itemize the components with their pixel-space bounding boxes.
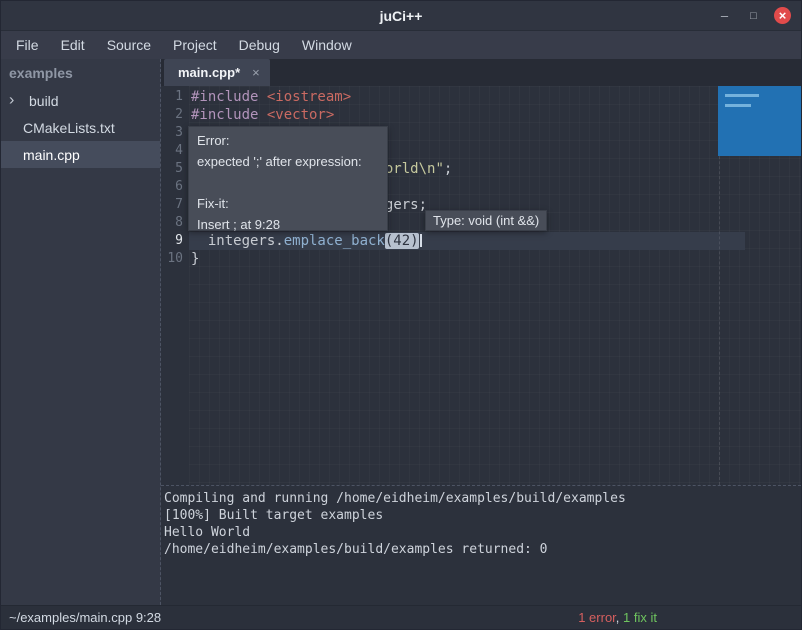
line-number: 3 <box>161 124 189 142</box>
window-body: examples › build CMakeLists.txt main.cpp ma… <box>1 59 801 605</box>
diagnostic-tooltip: Error: expected ';' after expression: Fi… <box>188 126 388 231</box>
tab-label: main.cpp* <box>178 65 240 80</box>
terminal-line: /home/eidheim/examples/build/examples re… <box>164 541 801 558</box>
tree-item-main-cpp[interactable]: main.cpp <box>1 141 160 168</box>
tree-item-label: main.cpp <box>23 147 80 163</box>
editor[interactable]: 12345678910 #include <iostream>#include … <box>161 86 801 486</box>
tree-item-label: CMakeLists.txt <box>23 120 115 136</box>
menu-file[interactable]: File <box>5 31 50 59</box>
tree-item-cmakelists-txt[interactable]: CMakeLists.txt <box>1 114 160 141</box>
chevron-right-icon: › <box>9 91 14 109</box>
minimap-line <box>725 104 751 107</box>
titlebar[interactable]: juCi++ –□ × <box>1 1 801 31</box>
restore-button[interactable]: □ <box>745 7 762 24</box>
line-number: 2 <box>161 106 189 124</box>
minimap-line <box>725 94 759 97</box>
tree-item-build[interactable]: › build <box>1 87 160 114</box>
menu-window[interactable]: Window <box>291 31 363 59</box>
line-number: 10 <box>161 250 189 268</box>
project-name: examples <box>1 59 160 87</box>
terminal-output[interactable]: Compiling and running /home/eidheim/exam… <box>161 486 801 605</box>
diagnostic-message: expected ';' after expression: <box>197 151 379 172</box>
window-controls: –□ × <box>716 7 801 24</box>
code-line-10[interactable]: } <box>189 250 801 268</box>
line-number: 6 <box>161 178 189 196</box>
line-number: 5 <box>161 160 189 178</box>
fixit-title: Fix-it: <box>197 193 379 214</box>
status-location: ~/examples/main.cpp 9:28 <box>9 610 161 625</box>
status-separator: , <box>616 610 623 625</box>
window-title: juCi++ <box>1 8 801 24</box>
tab-main-cpp[interactable]: main.cpp* × <box>164 59 270 86</box>
status-error-count: 1 error <box>578 610 616 625</box>
gutter: 12345678910 <box>161 86 189 485</box>
main-area: main.cpp* × 12345678910 #include <iostrea… <box>161 59 801 605</box>
type-tooltip: Type: void (int &&) <box>425 210 547 231</box>
terminal-line: Hello World <box>164 524 801 541</box>
status-fixit-count: 1 fix it <box>623 610 657 625</box>
menu-source[interactable]: Source <box>96 31 162 59</box>
minimize-button[interactable]: – <box>716 7 733 24</box>
code-line-2[interactable]: #include <vector> <box>189 106 801 124</box>
menubar: FileEditSourceProjectDebugWindow <box>1 31 801 59</box>
tabbar: main.cpp* × <box>161 59 801 86</box>
line-number: 4 <box>161 142 189 160</box>
line-number: 9 <box>161 232 189 250</box>
sidebar: examples › build CMakeLists.txt main.cpp <box>1 59 161 605</box>
terminal-line: Compiling and running /home/eidheim/exam… <box>164 490 801 507</box>
text-cursor <box>420 234 422 247</box>
menu-project[interactable]: Project <box>162 31 228 59</box>
file-tree: › build CMakeLists.txt main.cpp <box>1 87 160 168</box>
code-line-1[interactable]: #include <iostream> <box>189 88 801 106</box>
close-button[interactable]: × <box>774 7 791 24</box>
line-number: 1 <box>161 88 189 106</box>
terminal-line: [100%] Built target examples <box>164 507 801 524</box>
statusbar: ~/examples/main.cpp 9:28 1 error, 1 fix … <box>1 605 801 629</box>
tab-close-icon[interactable]: × <box>252 65 260 80</box>
minimap <box>718 86 801 156</box>
menu-edit[interactable]: Edit <box>50 31 96 59</box>
fixit-text: Insert ; at 9:28 <box>197 214 379 235</box>
diagnostic-spacer <box>197 172 379 193</box>
diagnostic-title: Error: <box>197 130 379 151</box>
status-diagnostics: 1 error, 1 fix it <box>578 610 657 625</box>
menu-debug[interactable]: Debug <box>228 31 291 59</box>
tree-item-label: build <box>29 93 59 109</box>
line-number: 7 <box>161 196 189 214</box>
juci-window: juCi++ –□ × FileEditSourceProjectDebugWin… <box>0 0 802 630</box>
line-number: 8 <box>161 214 189 232</box>
